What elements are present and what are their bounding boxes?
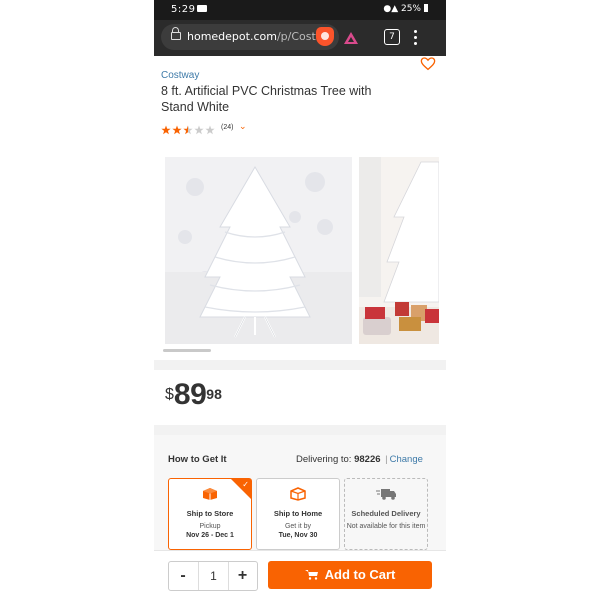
lock-icon	[171, 27, 181, 40]
product-brand[interactable]: Costway	[161, 70, 199, 81]
increase-quantity-button[interactable]: +	[228, 562, 257, 590]
brave-rewards-icon[interactable]	[344, 32, 358, 44]
review-count[interactable]: (24)	[221, 124, 233, 131]
delivering-to: Delivering to: 98226 | Change	[296, 454, 423, 465]
status-bar: 5:29 ●▲ 25%	[154, 0, 446, 20]
option-sub: Not available for this item	[346, 523, 426, 530]
ship-to-store-option[interactable]: ✓ Ship to Store Pickup Nov 26 - Dec 1	[168, 478, 252, 550]
product-image-main[interactable]	[165, 157, 352, 344]
brave-shield-icon[interactable]	[316, 27, 334, 46]
star-icon	[205, 122, 215, 135]
quantity-input[interactable]: 1	[198, 562, 229, 590]
battery-icon	[424, 4, 428, 12]
option-label: Ship to Home	[273, 509, 323, 518]
store-box-icon	[203, 488, 217, 500]
price-currency: $	[165, 386, 174, 403]
wifi-signal-icon: ●▲	[383, 4, 401, 14]
star-icon	[183, 122, 193, 135]
mail-notification-icon	[197, 5, 207, 12]
product-title: 8 ft. Artificial PVC Christmas Tree with…	[161, 84, 372, 114]
image-carousel-scrollbar[interactable]	[163, 349, 211, 352]
change-zip-link[interactable]: Change	[390, 454, 423, 465]
quantity-stepper: - 1 +	[168, 561, 258, 591]
option-label: Scheduled Delivery	[351, 509, 421, 518]
battery-percent: 25%	[400, 4, 421, 14]
star-icon	[161, 122, 171, 135]
option-date: Tue, Nov 30	[278, 532, 318, 539]
package-icon	[290, 487, 306, 501]
address-bar[interactable]: homedepot.com/p/Cost	[161, 24, 339, 50]
tab-count-button[interactable]: 7	[384, 29, 400, 45]
star-icon	[194, 122, 204, 135]
price-cents: 98	[206, 386, 222, 402]
add-to-cart-label: Add to Cart	[324, 567, 396, 582]
decrease-quantity-button[interactable]: -	[169, 562, 197, 590]
status-time: 5:29	[171, 4, 196, 15]
url-host: homedepot.com	[187, 30, 277, 43]
christmas-tree-room-image	[359, 157, 439, 344]
menu-icon[interactable]	[414, 30, 418, 46]
star-icon	[172, 122, 182, 135]
battery-indicator: ●▲ 25%	[383, 4, 428, 14]
christmas-tree-image	[165, 157, 352, 344]
favorite-heart-icon[interactable]	[420, 56, 436, 72]
delivery-truck-icon	[376, 489, 396, 500]
checkmark-icon: ✓	[242, 480, 249, 489]
option-date: Nov 26 - Dec 1	[186, 532, 234, 539]
star-rating[interactable]	[161, 122, 216, 135]
delivery-separator: |	[385, 454, 388, 465]
url-text[interactable]: homedepot.com/p/Cost	[187, 30, 316, 43]
ship-to-home-option[interactable]: Ship to Home Get it by Tue, Nov 30	[256, 478, 340, 550]
add-to-cart-bar: - 1 + Add to Cart	[154, 550, 446, 600]
how-to-get-it-section: How to Get It Delivering to: 98226 | Chan…	[154, 435, 446, 565]
phone-screen: 5:29 ●▲ 25% homedepot.com/p/Cost 7 Costw…	[154, 0, 446, 600]
chevron-down-icon[interactable]: ⌄	[239, 121, 247, 132]
delivery-zip: 98226	[354, 454, 381, 465]
product-image-secondary[interactable]	[359, 157, 439, 344]
product-price: $8998	[165, 378, 222, 412]
option-sub: Pickup	[199, 523, 221, 530]
how-to-get-it-heading: How to Get It	[168, 454, 227, 465]
section-divider	[154, 425, 446, 435]
delivering-label: Delivering to:	[296, 454, 352, 465]
option-label: Ship to Store	[186, 509, 234, 518]
scheduled-delivery-option: Scheduled Delivery Not available for thi…	[344, 478, 428, 550]
add-to-cart-button[interactable]: Add to Cart	[268, 561, 432, 589]
option-sub: Get it by	[284, 523, 312, 530]
price-dollars: 89	[173, 378, 207, 411]
cart-icon	[304, 570, 318, 580]
section-divider	[154, 360, 446, 370]
browser-toolbar: homedepot.com/p/Cost 7	[154, 20, 446, 56]
url-path: /p/Cost	[276, 30, 316, 43]
